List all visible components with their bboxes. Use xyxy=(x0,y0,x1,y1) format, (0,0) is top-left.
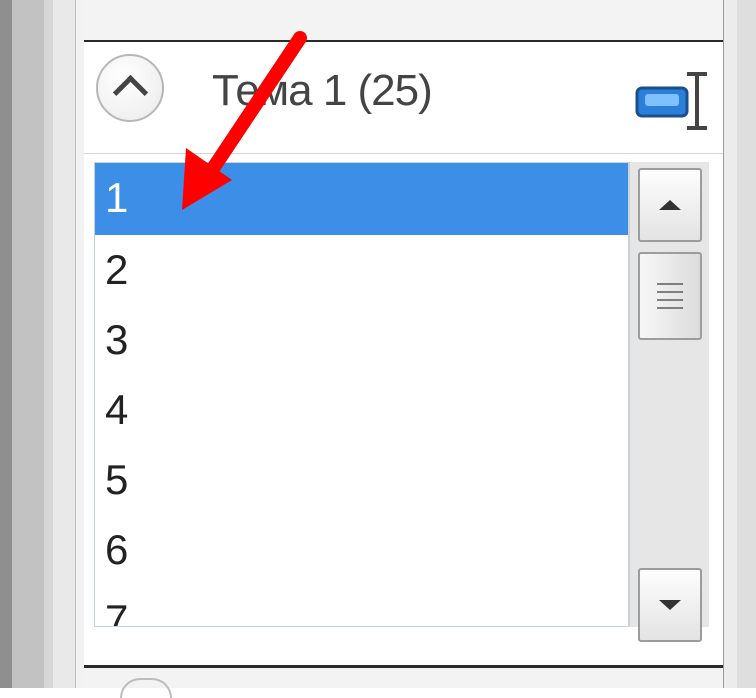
theme-title: Тема 1 (25) xyxy=(212,66,433,115)
list-item[interactable]: 6 xyxy=(95,515,628,585)
theme-panel: Тема 1 (25) 1 2 3 4 5 6 7 xyxy=(84,40,723,668)
panel-bottom-band xyxy=(84,668,723,688)
item-list[interactable]: 1 2 3 4 5 6 7 xyxy=(94,162,629,627)
chevron-up-icon xyxy=(112,74,148,111)
window-edge xyxy=(44,0,53,688)
panel-top-band xyxy=(84,0,723,40)
triangle-down-icon xyxy=(659,600,681,610)
scroll-up-button[interactable] xyxy=(638,168,702,242)
theme-header: Тема 1 (25) xyxy=(84,42,723,154)
list-item[interactable]: 4 xyxy=(95,375,628,445)
window-edge xyxy=(723,0,737,688)
collapse-button[interactable] xyxy=(96,54,164,122)
vertical-scrollbar[interactable] xyxy=(629,162,709,642)
list-item[interactable]: 3 xyxy=(95,305,628,375)
list-item[interactable]: 1 xyxy=(95,163,628,235)
scroll-down-button[interactable] xyxy=(638,568,702,642)
resize-handle-icon[interactable] xyxy=(629,66,709,136)
window-edge xyxy=(737,0,756,688)
window-edge xyxy=(75,0,84,688)
scroll-thumb[interactable] xyxy=(638,252,702,340)
window-edge xyxy=(0,0,12,688)
list-item[interactable]: 7 xyxy=(95,585,628,626)
list-item[interactable]: 2 xyxy=(95,235,628,305)
window-edge xyxy=(12,0,44,688)
window-edge xyxy=(53,0,75,688)
list-item[interactable]: 5 xyxy=(95,445,628,515)
triangle-up-icon xyxy=(659,200,681,210)
